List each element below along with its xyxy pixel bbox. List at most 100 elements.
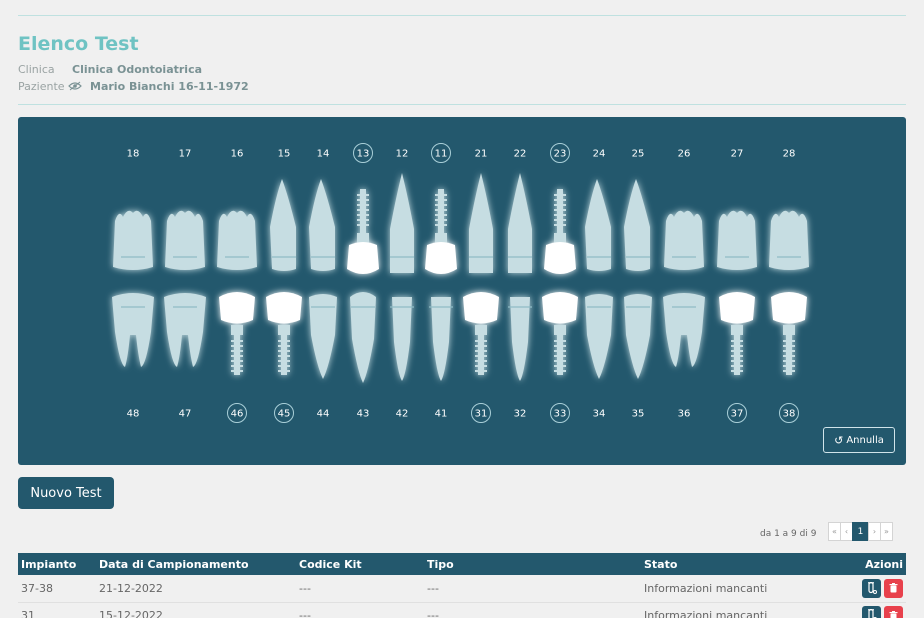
tests-table: Impianto Data di Campionamento Codice Ki… xyxy=(18,553,906,618)
tooth-48[interactable] xyxy=(112,293,154,367)
tooth-number-44[interactable]: 44 xyxy=(317,409,330,420)
trash-icon xyxy=(889,583,898,593)
tooth-32[interactable] xyxy=(508,297,532,381)
implant-46[interactable] xyxy=(219,292,255,375)
header-divider xyxy=(18,104,906,105)
tooth-27[interactable] xyxy=(717,210,757,270)
tooth-number-16[interactable]: 16 xyxy=(231,149,244,160)
tooth-21[interactable] xyxy=(469,173,493,273)
svg-text:33: 33 xyxy=(554,409,567,420)
tooth-number-35[interactable]: 35 xyxy=(632,409,645,420)
tooth-number-17[interactable]: 17 xyxy=(179,149,192,160)
tooth-43[interactable] xyxy=(350,292,376,383)
pagination-info: da 1 a 9 di 9 xyxy=(760,529,817,539)
tooth-number-32[interactable]: 32 xyxy=(514,409,527,420)
svg-text:26: 26 xyxy=(678,149,691,160)
tooth-25[interactable] xyxy=(624,179,650,271)
tooth-number-25[interactable]: 25 xyxy=(632,149,645,160)
paziente-label: Paziente xyxy=(18,80,65,93)
implant-45[interactable] xyxy=(266,292,302,375)
tooth-number-47[interactable]: 47 xyxy=(179,409,192,420)
page-current-button[interactable]: 1 xyxy=(852,522,869,541)
tooth-number-12[interactable]: 12 xyxy=(396,149,409,160)
tooth-number-37[interactable]: 37 xyxy=(727,403,747,423)
delete-test-button[interactable] xyxy=(884,578,903,598)
tooth-number-41[interactable]: 41 xyxy=(435,409,448,420)
tooth-number-18[interactable]: 18 xyxy=(127,149,140,160)
tooth-number-15[interactable]: 15 xyxy=(278,149,291,160)
implant-38[interactable] xyxy=(771,292,807,375)
svg-text:46: 46 xyxy=(231,409,244,420)
delete-test-button[interactable] xyxy=(884,606,903,618)
test-tube-icon xyxy=(868,581,877,594)
tooth-41[interactable] xyxy=(429,297,453,381)
tooth-36[interactable] xyxy=(663,293,705,367)
tooth-24[interactable] xyxy=(585,179,611,271)
cell-codice-kit: --- xyxy=(299,581,311,595)
implant-31[interactable] xyxy=(463,292,499,375)
svg-text:31: 31 xyxy=(475,409,488,420)
cell-impianto: 37-38 xyxy=(21,581,53,595)
tooth-number-22[interactable]: 22 xyxy=(514,149,527,160)
tooth-number-38[interactable]: 38 xyxy=(779,403,799,423)
page-last-button[interactable]: » xyxy=(880,522,893,541)
implant-23[interactable] xyxy=(544,189,576,274)
tooth-number-42[interactable]: 42 xyxy=(396,409,409,420)
tooth-number-34[interactable]: 34 xyxy=(593,409,606,420)
tooth-number-11[interactable]: 11 xyxy=(431,143,451,163)
svg-text:16: 16 xyxy=(231,149,244,160)
tooth-12[interactable] xyxy=(390,173,414,273)
tooth-number-36[interactable]: 36 xyxy=(678,409,691,420)
svg-text:35: 35 xyxy=(632,409,645,420)
tooth-35[interactable] xyxy=(624,294,652,379)
col-data[interactable]: Data di Campionamento xyxy=(96,553,296,575)
tooth-number-26[interactable]: 26 xyxy=(678,149,691,160)
tooth-16[interactable] xyxy=(217,210,257,270)
svg-text:15: 15 xyxy=(278,149,291,160)
tooth-28[interactable] xyxy=(769,210,809,270)
tooth-22[interactable] xyxy=(508,173,532,273)
tooth-number-21[interactable]: 21 xyxy=(475,149,488,160)
tooth-42[interactable] xyxy=(390,297,414,381)
annulla-button[interactable]: ↺ Annulla xyxy=(823,427,895,453)
svg-text:43: 43 xyxy=(357,409,370,420)
implant-33[interactable] xyxy=(542,292,578,375)
col-impianto[interactable]: Impianto xyxy=(18,553,96,575)
tooth-14[interactable] xyxy=(309,179,335,271)
table-row[interactable]: 37-38 21-12-2022 --- --- Informazioni ma… xyxy=(18,575,906,602)
col-stato[interactable]: Stato xyxy=(641,553,836,575)
tooth-number-31[interactable]: 31 xyxy=(471,403,491,423)
tooth-number-28[interactable]: 28 xyxy=(783,149,796,160)
tooth-number-24[interactable]: 24 xyxy=(593,149,606,160)
implant-37[interactable] xyxy=(719,292,755,375)
tooth-17[interactable] xyxy=(165,210,205,270)
undo-icon: ↺ xyxy=(834,433,844,447)
tooth-number-33[interactable]: 33 xyxy=(550,403,570,423)
tooth-15[interactable] xyxy=(270,179,296,271)
tooth-number-43[interactable]: 43 xyxy=(357,409,370,420)
table-row[interactable]: 31 15-12-2022 --- --- Informazioni manca… xyxy=(18,602,906,618)
tooth-18[interactable] xyxy=(113,210,153,270)
clinica-label: Clinica xyxy=(18,63,55,76)
tooth-number-13[interactable]: 13 xyxy=(353,143,373,163)
tooth-34[interactable] xyxy=(585,294,613,379)
nuovo-test-button[interactable]: Nuovo Test xyxy=(18,477,114,509)
tooth-44[interactable] xyxy=(309,294,337,379)
tooth-47[interactable] xyxy=(164,293,206,367)
tooth-26[interactable] xyxy=(664,210,704,270)
tooth-number-14[interactable]: 14 xyxy=(317,149,330,160)
tooth-number-23[interactable]: 23 xyxy=(550,143,570,163)
tooth-number-45[interactable]: 45 xyxy=(274,403,294,423)
tooth-number-27[interactable]: 27 xyxy=(731,149,744,160)
teeth-diagram: 18 17 16 15 14 13 12 11 21 22 23 24 25 26 27 28 48 47 46 45… xyxy=(112,143,809,423)
svg-text:41: 41 xyxy=(435,409,448,420)
col-codice-kit[interactable]: Codice Kit xyxy=(296,553,424,575)
eye-icon[interactable] xyxy=(68,81,82,91)
implant-11[interactable] xyxy=(425,189,457,274)
edit-test-button[interactable] xyxy=(862,578,881,598)
tooth-number-48[interactable]: 48 xyxy=(127,409,140,420)
col-tipo[interactable]: Tipo xyxy=(424,553,641,575)
implant-13[interactable] xyxy=(347,189,379,274)
tooth-number-46[interactable]: 46 xyxy=(227,403,247,423)
edit-test-button[interactable] xyxy=(862,606,881,618)
